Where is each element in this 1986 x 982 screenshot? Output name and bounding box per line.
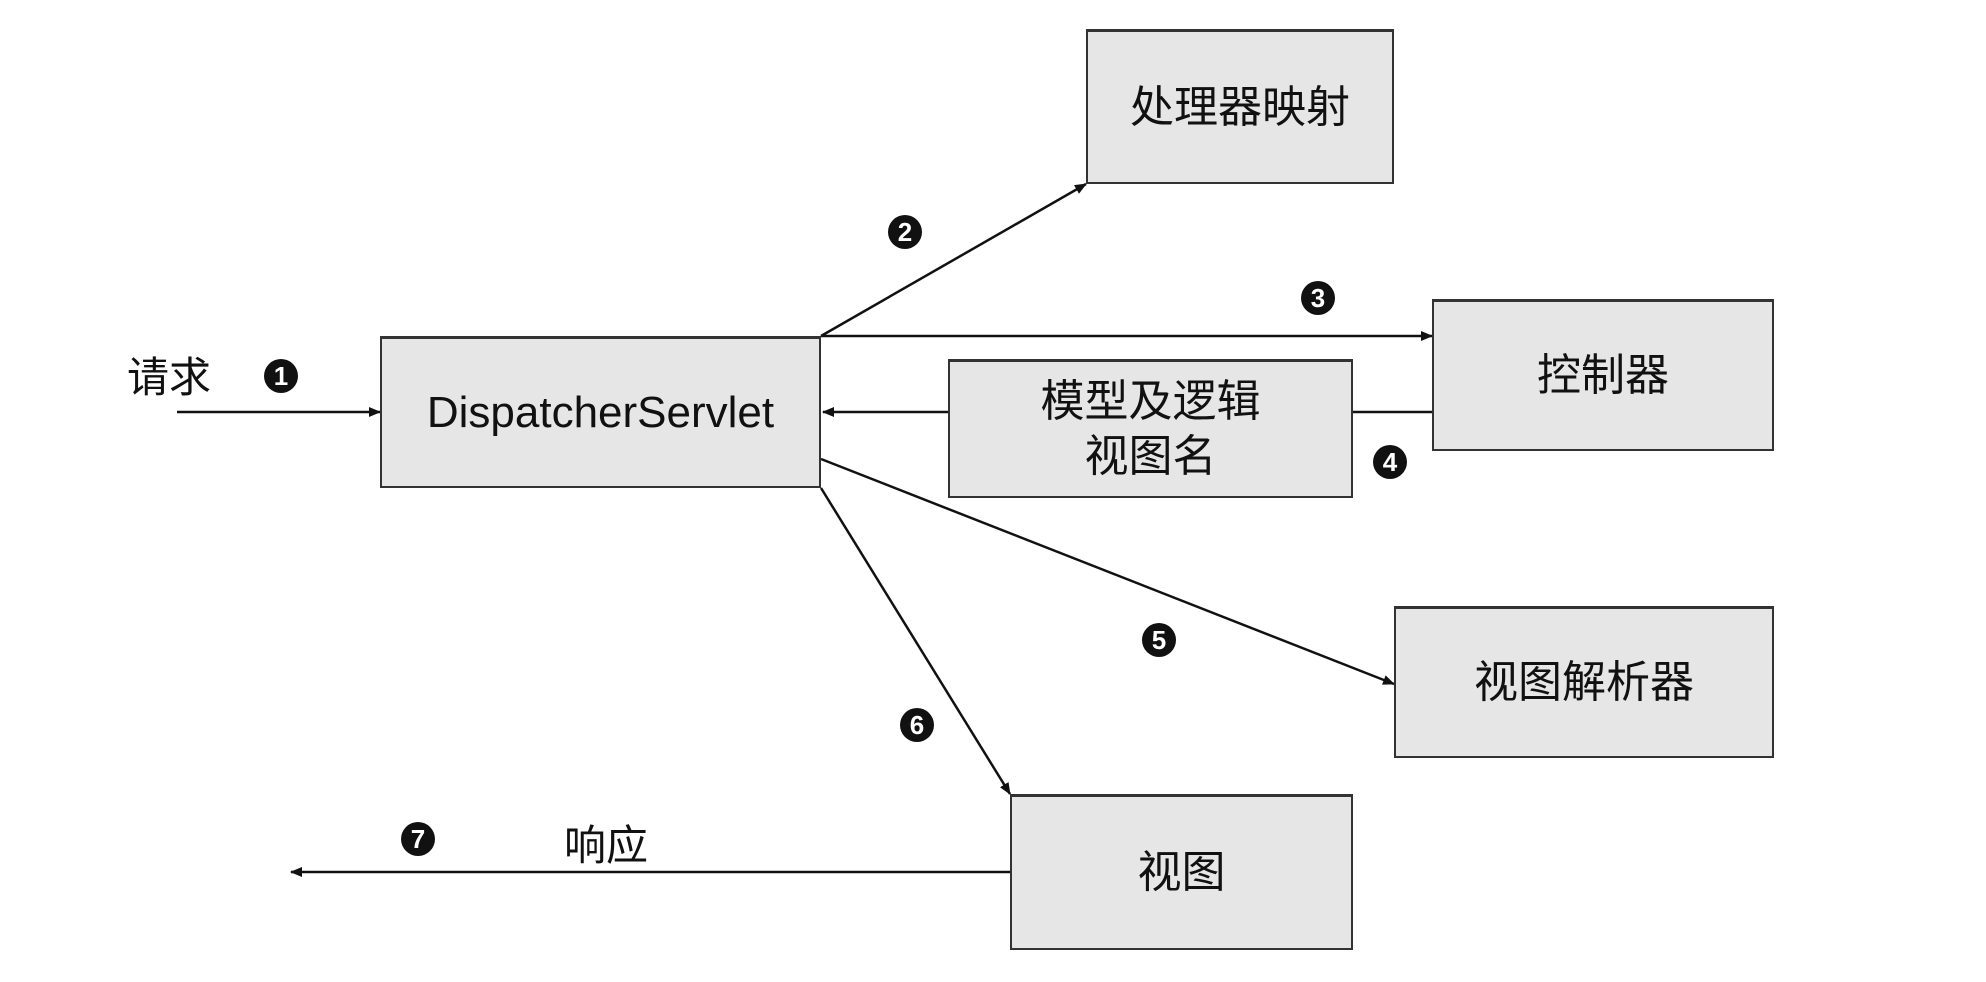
handler-mapping-box: 处理器映射 xyxy=(1086,29,1394,184)
dispatcher-servlet-box: DispatcherServlet xyxy=(380,336,821,488)
view-label: 视图 xyxy=(1137,847,1226,898)
model-view-name-label: 模型及逻辑 视图名 xyxy=(1040,376,1261,482)
request-label: 请求 xyxy=(127,353,212,402)
step-1-badge: 1 xyxy=(264,359,298,393)
step-2-badge: 2 xyxy=(888,215,922,249)
step-3-badge: 3 xyxy=(1301,281,1335,315)
step-6-badge: 6 xyxy=(900,708,934,742)
view-box: 视图 xyxy=(1010,794,1353,950)
step-5-badge: 5 xyxy=(1142,623,1176,657)
view-resolver-label: 视图解析器 xyxy=(1474,657,1694,708)
view-resolver-box: 视图解析器 xyxy=(1394,606,1774,758)
controller-box: 控制器 xyxy=(1432,299,1774,451)
arrow-to-view xyxy=(819,487,1012,795)
arrow-to-handler-mapping xyxy=(820,182,1087,338)
handler-mapping-label: 处理器映射 xyxy=(1130,81,1350,133)
response-label: 响应 xyxy=(564,821,649,870)
model-view-name-box: 模型及逻辑 视图名 xyxy=(948,359,1353,498)
controller-label: 控制器 xyxy=(1537,350,1669,401)
step-4-badge: 4 xyxy=(1373,445,1407,479)
dispatcher-servlet-label: DispatcherServlet xyxy=(426,388,775,437)
step-7-badge: 7 xyxy=(401,822,435,856)
